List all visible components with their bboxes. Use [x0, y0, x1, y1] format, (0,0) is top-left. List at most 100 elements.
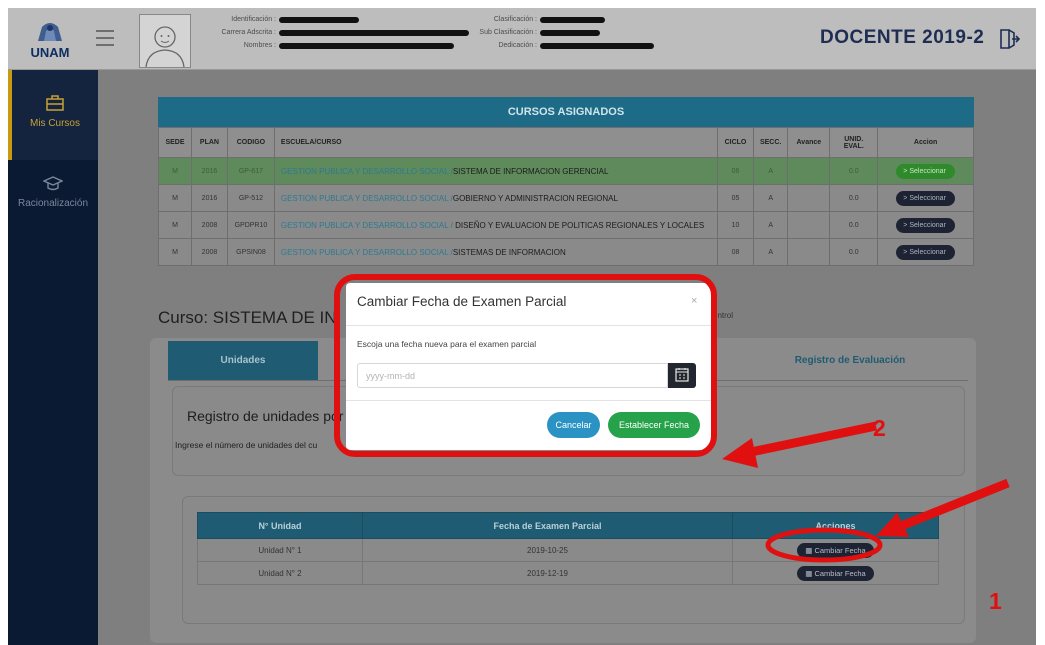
- sede-cell: M: [158, 157, 192, 185]
- tab-unidades[interactable]: Unidades: [168, 341, 318, 380]
- course-heading-tail: ontrol: [713, 311, 734, 320]
- column-header: Accion: [877, 127, 974, 158]
- curso-name: GOBIERNO Y ADMINISTRACION REGIONAL: [452, 193, 618, 203]
- logo-icon: [38, 23, 62, 41]
- subclasificacion-label: Sub Clasificación :: [479, 29, 537, 36]
- tab-registro-evaluacion[interactable]: Registro de Evaluación: [730, 341, 970, 380]
- calendar-picker-button[interactable]: [668, 363, 696, 388]
- sidebar-item-racionalizacion[interactable]: Racionalización: [8, 176, 98, 226]
- column-header: ESCUELA/CURSO: [273, 127, 718, 158]
- column-header: Fecha de Examen Parcial: [362, 512, 733, 539]
- curso-name: DISEÑO Y EVALUACION DE POLITICAS REGIONA…: [455, 220, 705, 230]
- unit-number-cell: Unidad N° 2: [197, 561, 363, 585]
- table-row: Unidad N° 1 2019-10-25 ▦ Cambiar Fecha: [197, 538, 939, 562]
- column-header: CICLO: [716, 127, 754, 158]
- column-header: CODIGO: [226, 127, 275, 158]
- escuela-curso-cell: GESTION PUBLICA Y DESARROLLO SOCIAL / DI…: [273, 211, 718, 239]
- column-header: N° Unidad: [197, 512, 363, 539]
- accion-cell: > Seleccionar: [877, 157, 974, 185]
- table-header-row: SEDE PLAN CODIGO ESCUELA/CURSO CICLO SEC…: [158, 127, 974, 158]
- registration-instructions: Ingrese el número de unidades del cu: [175, 440, 318, 450]
- courses-table: SEDE PLAN CODIGO ESCUELA/CURSO CICLO SEC…: [158, 127, 974, 266]
- actions-cell: ▦ Cambiar Fecha: [732, 538, 939, 562]
- table-row[interactable]: M 2016 GP-512 GESTION PUBLICA Y DESARROL…: [158, 184, 974, 212]
- modal-title: Cambiar Fecha de Examen Parcial: [357, 294, 567, 309]
- button-label: Seleccionar: [909, 194, 946, 202]
- select-course-button[interactable]: > Seleccionar: [896, 190, 955, 206]
- courses-panel: CURSOS ASIGNADOS SEDE PLAN CODIGO ESCUEL…: [158, 97, 974, 266]
- hamburger-menu-icon[interactable]: [96, 30, 114, 46]
- sede-cell: M: [158, 211, 192, 239]
- sidebar: Mis Cursos Racionalización: [8, 70, 98, 645]
- curso-name: SISTEMAS DE INFORMACION: [452, 247, 566, 257]
- secc-cell: A: [752, 211, 789, 239]
- codigo-cell: GP-617: [226, 157, 275, 185]
- escuela-link[interactable]: GESTION PUBLICA Y DESARROLLO SOCIAL /: [281, 194, 453, 203]
- close-icon[interactable]: ×: [691, 295, 697, 307]
- calendar-icon: [675, 368, 689, 382]
- secc-cell: A: [752, 238, 789, 266]
- escuela-link[interactable]: GESTION PUBLICA Y DESARROLLO SOCIAL /: [281, 167, 453, 176]
- registration-title: Registro de unidades por: [187, 408, 344, 424]
- chevron-right-icon: >: [903, 167, 908, 175]
- table-row[interactable]: M 2016 GP-617 GESTION PUBLICA Y DESARROL…: [158, 157, 974, 185]
- chevron-right-icon: >: [903, 194, 908, 202]
- avance-cell: [787, 184, 831, 212]
- identificacion-label: Identificación :: [231, 16, 276, 23]
- courses-title: CURSOS ASIGNADOS: [158, 97, 974, 127]
- course-heading: Curso: SISTEMA DE IN: [158, 308, 337, 327]
- table-row: Unidad N° 2 2019-12-19 ▦ Cambiar Fecha: [197, 561, 939, 585]
- calendar-icon: ▦: [805, 545, 813, 555]
- unid-eval-cell: 0.0: [829, 184, 879, 212]
- select-course-button[interactable]: > Seleccionar: [896, 244, 955, 260]
- escuela-link[interactable]: GESTION PUBLICA Y DESARROLLO SOCIAL /: [281, 248, 453, 257]
- select-course-button[interactable]: > Seleccionar: [896, 217, 955, 233]
- codigo-cell: GPSIN08: [226, 238, 275, 266]
- unid-eval-cell: 0.0: [829, 238, 879, 266]
- table-row[interactable]: M 2008 GPSIN08 GESTION PUBLICA Y DESARRO…: [158, 238, 974, 266]
- change-date-button[interactable]: ▦ Cambiar Fecha: [797, 542, 874, 558]
- avance-cell: [787, 238, 831, 266]
- plan-cell: 2016: [190, 184, 228, 212]
- cancel-button[interactable]: Cancelar: [547, 412, 600, 438]
- change-date-button[interactable]: ▦ Cambiar Fecha: [797, 565, 874, 581]
- briefcase-icon: [46, 95, 64, 111]
- nombres-label: Nombres :: [243, 42, 276, 49]
- redacted-value: [540, 17, 605, 23]
- escuela-curso-cell: GESTION PUBLICA Y DESARROLLO SOCIAL /GOB…: [273, 184, 718, 212]
- table-row[interactable]: M 2008 GPDPR10 GESTION PUBLICA Y DESARRO…: [158, 211, 974, 239]
- column-header: SEDE: [158, 127, 192, 158]
- calendar-icon: ▦: [805, 568, 813, 578]
- column-header: Acciones: [732, 512, 939, 539]
- column-header: SECC.: [752, 127, 789, 158]
- ciclo-cell: 05: [716, 184, 754, 212]
- sede-cell: M: [158, 238, 192, 266]
- avance-cell: [787, 157, 831, 185]
- sidebar-item-label: Mis Cursos: [29, 118, 80, 129]
- codigo-cell: GP-512: [226, 184, 275, 212]
- avatar: [139, 14, 191, 68]
- modal-instructions: Escoja una fecha nueva para el examen pa…: [357, 339, 537, 349]
- redacted-value: [279, 17, 359, 23]
- modal-divider: [346, 325, 711, 326]
- unid-eval-cell: 0.0: [829, 211, 879, 239]
- page-title: DOCENTE 2019-2: [820, 27, 985, 48]
- date-input[interactable]: [357, 363, 668, 388]
- modal-divider: [346, 400, 711, 401]
- redacted-value: [540, 43, 654, 49]
- plan-cell: 2016: [190, 157, 228, 185]
- select-course-button[interactable]: > Seleccionar: [896, 163, 955, 179]
- button-label: Seleccionar: [909, 221, 946, 229]
- avance-cell: [787, 211, 831, 239]
- plan-cell: 2008: [190, 211, 228, 239]
- button-label: Seleccionar: [909, 248, 946, 256]
- redacted-value: [540, 30, 600, 36]
- escuela-link[interactable]: GESTION PUBLICA Y DESARROLLO SOCIAL /: [281, 221, 453, 230]
- set-date-button[interactable]: Establecer Fecha: [608, 412, 700, 438]
- ciclo-cell: 10: [716, 211, 754, 239]
- logout-icon[interactable]: [998, 28, 1020, 50]
- unit-number-cell: Unidad N° 1: [197, 538, 363, 562]
- sidebar-item-mis-cursos[interactable]: Mis Cursos: [8, 70, 98, 160]
- sidebar-item-label: Racionalización: [17, 198, 89, 209]
- top-bar: UNAM Identificación : Carrera Adscrita :…: [8, 8, 1036, 70]
